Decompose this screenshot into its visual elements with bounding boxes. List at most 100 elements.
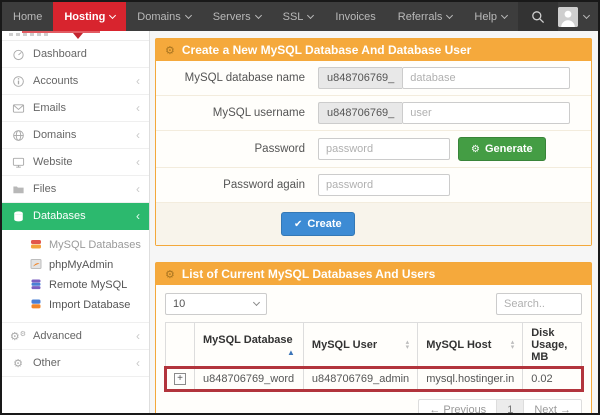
sidebar-item-databases[interactable]: Databases ‹ bbox=[2, 203, 149, 230]
sidebar-subitem-import-database[interactable]: Import Database bbox=[2, 295, 149, 315]
sidebar-item-label: Databases bbox=[33, 210, 128, 222]
chevron-left-icon: ‹ bbox=[136, 102, 140, 114]
generate-button-label: Generate bbox=[485, 143, 533, 155]
sidebar-item-label: Files bbox=[33, 183, 128, 195]
sidebar-item-files[interactable]: Files ‹ bbox=[2, 176, 149, 203]
nav-label: Referrals bbox=[398, 11, 443, 23]
nav-item-help[interactable]: Help bbox=[463, 2, 518, 31]
nav-user-area bbox=[558, 2, 600, 31]
nav-item-servers[interactable]: Servers bbox=[202, 2, 272, 31]
sidebar-item-label: Dashboard bbox=[33, 48, 140, 60]
password-again-input[interactable] bbox=[318, 174, 450, 196]
username-input[interactable] bbox=[402, 102, 570, 124]
username-input-group: u848706769_ bbox=[318, 102, 570, 124]
sidebar-item-other[interactable]: ⚙ Other ‹ bbox=[2, 350, 149, 377]
sidebar-item-domains[interactable]: Domains ‹ bbox=[2, 122, 149, 149]
sidebar-item-label: Domains bbox=[33, 129, 128, 141]
databases-submenu: MySQL Databases phpMyAdmin Remote MySQL … bbox=[2, 230, 149, 323]
nav-item-invoices[interactable]: Invoices bbox=[324, 2, 386, 31]
table-search-input[interactable] bbox=[496, 293, 582, 315]
search-button[interactable] bbox=[518, 2, 558, 31]
nav-item-ssl[interactable]: SSL bbox=[272, 2, 325, 31]
sidebar-item-accounts[interactable]: Accounts ‹ bbox=[2, 68, 149, 95]
sidebar-item-label: Emails bbox=[33, 102, 128, 114]
username-label: MySQL username bbox=[166, 107, 318, 119]
mysql-databases-icon bbox=[30, 238, 42, 253]
chevron-left-icon: ‹ bbox=[136, 210, 140, 222]
sidebar-subitem-remote-mysql[interactable]: Remote MySQL bbox=[2, 275, 149, 295]
expand-cell: + bbox=[166, 368, 195, 390]
pagination: ← Previous 1 Next → bbox=[165, 399, 582, 413]
nav-item-referrals[interactable]: Referrals bbox=[387, 2, 464, 31]
folder-icon bbox=[11, 183, 25, 196]
gauge-icon bbox=[11, 48, 25, 61]
cutoff-breadcrumb-artifact bbox=[9, 33, 51, 36]
search-icon bbox=[531, 10, 545, 24]
sidebar-subitem-label: Remote MySQL bbox=[49, 279, 127, 291]
sidebar-item-advanced[interactable]: ⚙⚙ Advanced ‹ bbox=[2, 323, 149, 350]
nav-item-home[interactable]: Home bbox=[2, 2, 53, 31]
expand-row-icon[interactable]: + bbox=[174, 373, 186, 385]
cell-mysql-database: u848706769_word bbox=[195, 368, 304, 390]
password-input[interactable] bbox=[318, 138, 450, 160]
user-avatar[interactable] bbox=[558, 7, 578, 27]
page-number-button[interactable]: 1 bbox=[496, 399, 524, 413]
phpmyadmin-icon bbox=[30, 258, 42, 273]
monitor-icon bbox=[11, 156, 25, 169]
database-name-input-group: u848706769_ bbox=[318, 67, 570, 89]
chevron-left-icon: ‹ bbox=[136, 129, 140, 141]
table-header-row: MySQL Database ▲ MySQL User ▴▾ MySQL Hos… bbox=[166, 323, 582, 368]
page-size-value: 10 bbox=[173, 298, 185, 310]
nav-item-domains[interactable]: Domains bbox=[126, 2, 201, 31]
column-header-label: Disk Usage, MB bbox=[531, 327, 567, 363]
sidebar-subitem-phpmyadmin[interactable]: phpMyAdmin bbox=[2, 255, 149, 275]
create-panel-title: Create a New MySQL Database And Database… bbox=[182, 43, 471, 57]
chevron-down-icon bbox=[446, 11, 453, 18]
username-row: MySQL username u848706769_ bbox=[156, 96, 591, 131]
nav-label: Help bbox=[474, 11, 497, 23]
nav-item-hosting[interactable]: Hosting bbox=[53, 2, 126, 31]
globe-icon bbox=[11, 129, 25, 142]
column-header-label: MySQL Host bbox=[426, 339, 491, 351]
sidebar-item-emails[interactable]: Emails ‹ bbox=[2, 95, 149, 122]
column-header-mysql-database[interactable]: MySQL Database ▲ bbox=[195, 323, 304, 368]
nav-label: SSL bbox=[283, 11, 304, 23]
password-again-row: Password again bbox=[156, 168, 591, 203]
sidebar-subitem-label: Import Database bbox=[49, 299, 130, 311]
chevron-down-icon bbox=[307, 11, 314, 18]
next-page-button[interactable]: Next → bbox=[523, 399, 582, 413]
database-icon bbox=[11, 210, 25, 223]
nav-label: Hosting bbox=[64, 11, 105, 23]
chevron-down-icon[interactable] bbox=[583, 11, 590, 18]
sidebar-item-website[interactable]: Website ‹ bbox=[2, 149, 149, 176]
username-prefix: u848706769_ bbox=[318, 102, 402, 124]
column-header-disk-usage[interactable]: Disk Usage, MB bbox=[523, 323, 582, 368]
chevron-down-icon bbox=[501, 11, 508, 18]
remote-mysql-icon bbox=[30, 278, 42, 293]
sidebar-subitem-mysql-databases[interactable]: MySQL Databases bbox=[2, 235, 149, 255]
column-header-mysql-user[interactable]: MySQL User ▴▾ bbox=[303, 323, 417, 368]
sidebar-subitem-label: MySQL Databases bbox=[49, 239, 141, 251]
sidebar-subitem-label: phpMyAdmin bbox=[49, 259, 113, 271]
database-name-input[interactable] bbox=[402, 67, 570, 89]
chevron-left-icon: ‹ bbox=[136, 156, 140, 168]
column-header-mysql-host[interactable]: MySQL Host ▴▾ bbox=[418, 323, 523, 368]
chevron-down-icon bbox=[255, 11, 262, 18]
create-panel-footer: ✔ Create bbox=[156, 203, 591, 245]
expand-column-header bbox=[166, 323, 195, 368]
previous-page-button[interactable]: ← Previous bbox=[418, 399, 497, 413]
create-button[interactable]: ✔ Create bbox=[281, 212, 355, 236]
chevron-down-icon bbox=[253, 299, 260, 306]
info-icon bbox=[11, 75, 25, 88]
generate-password-button[interactable]: ⚙ Generate bbox=[458, 137, 546, 161]
sidebar-item-label: Other bbox=[33, 357, 128, 369]
cell-mysql-user: u848706769_admin bbox=[303, 368, 417, 390]
sidebar-item-dashboard[interactable]: Dashboard bbox=[2, 41, 149, 68]
create-button-label: Create bbox=[307, 218, 341, 230]
database-name-label: MySQL database name bbox=[166, 72, 318, 84]
database-name-row: MySQL database name u848706769_ bbox=[156, 61, 591, 96]
page-size-select[interactable]: 10 bbox=[165, 293, 267, 315]
create-database-panel: ⚙ Create a New MySQL Database And Databa… bbox=[155, 38, 592, 246]
list-panel-body: 10 MySQL Database ▲ bbox=[156, 285, 591, 413]
main-content: ⚙ Create a New MySQL Database And Databa… bbox=[150, 31, 598, 413]
